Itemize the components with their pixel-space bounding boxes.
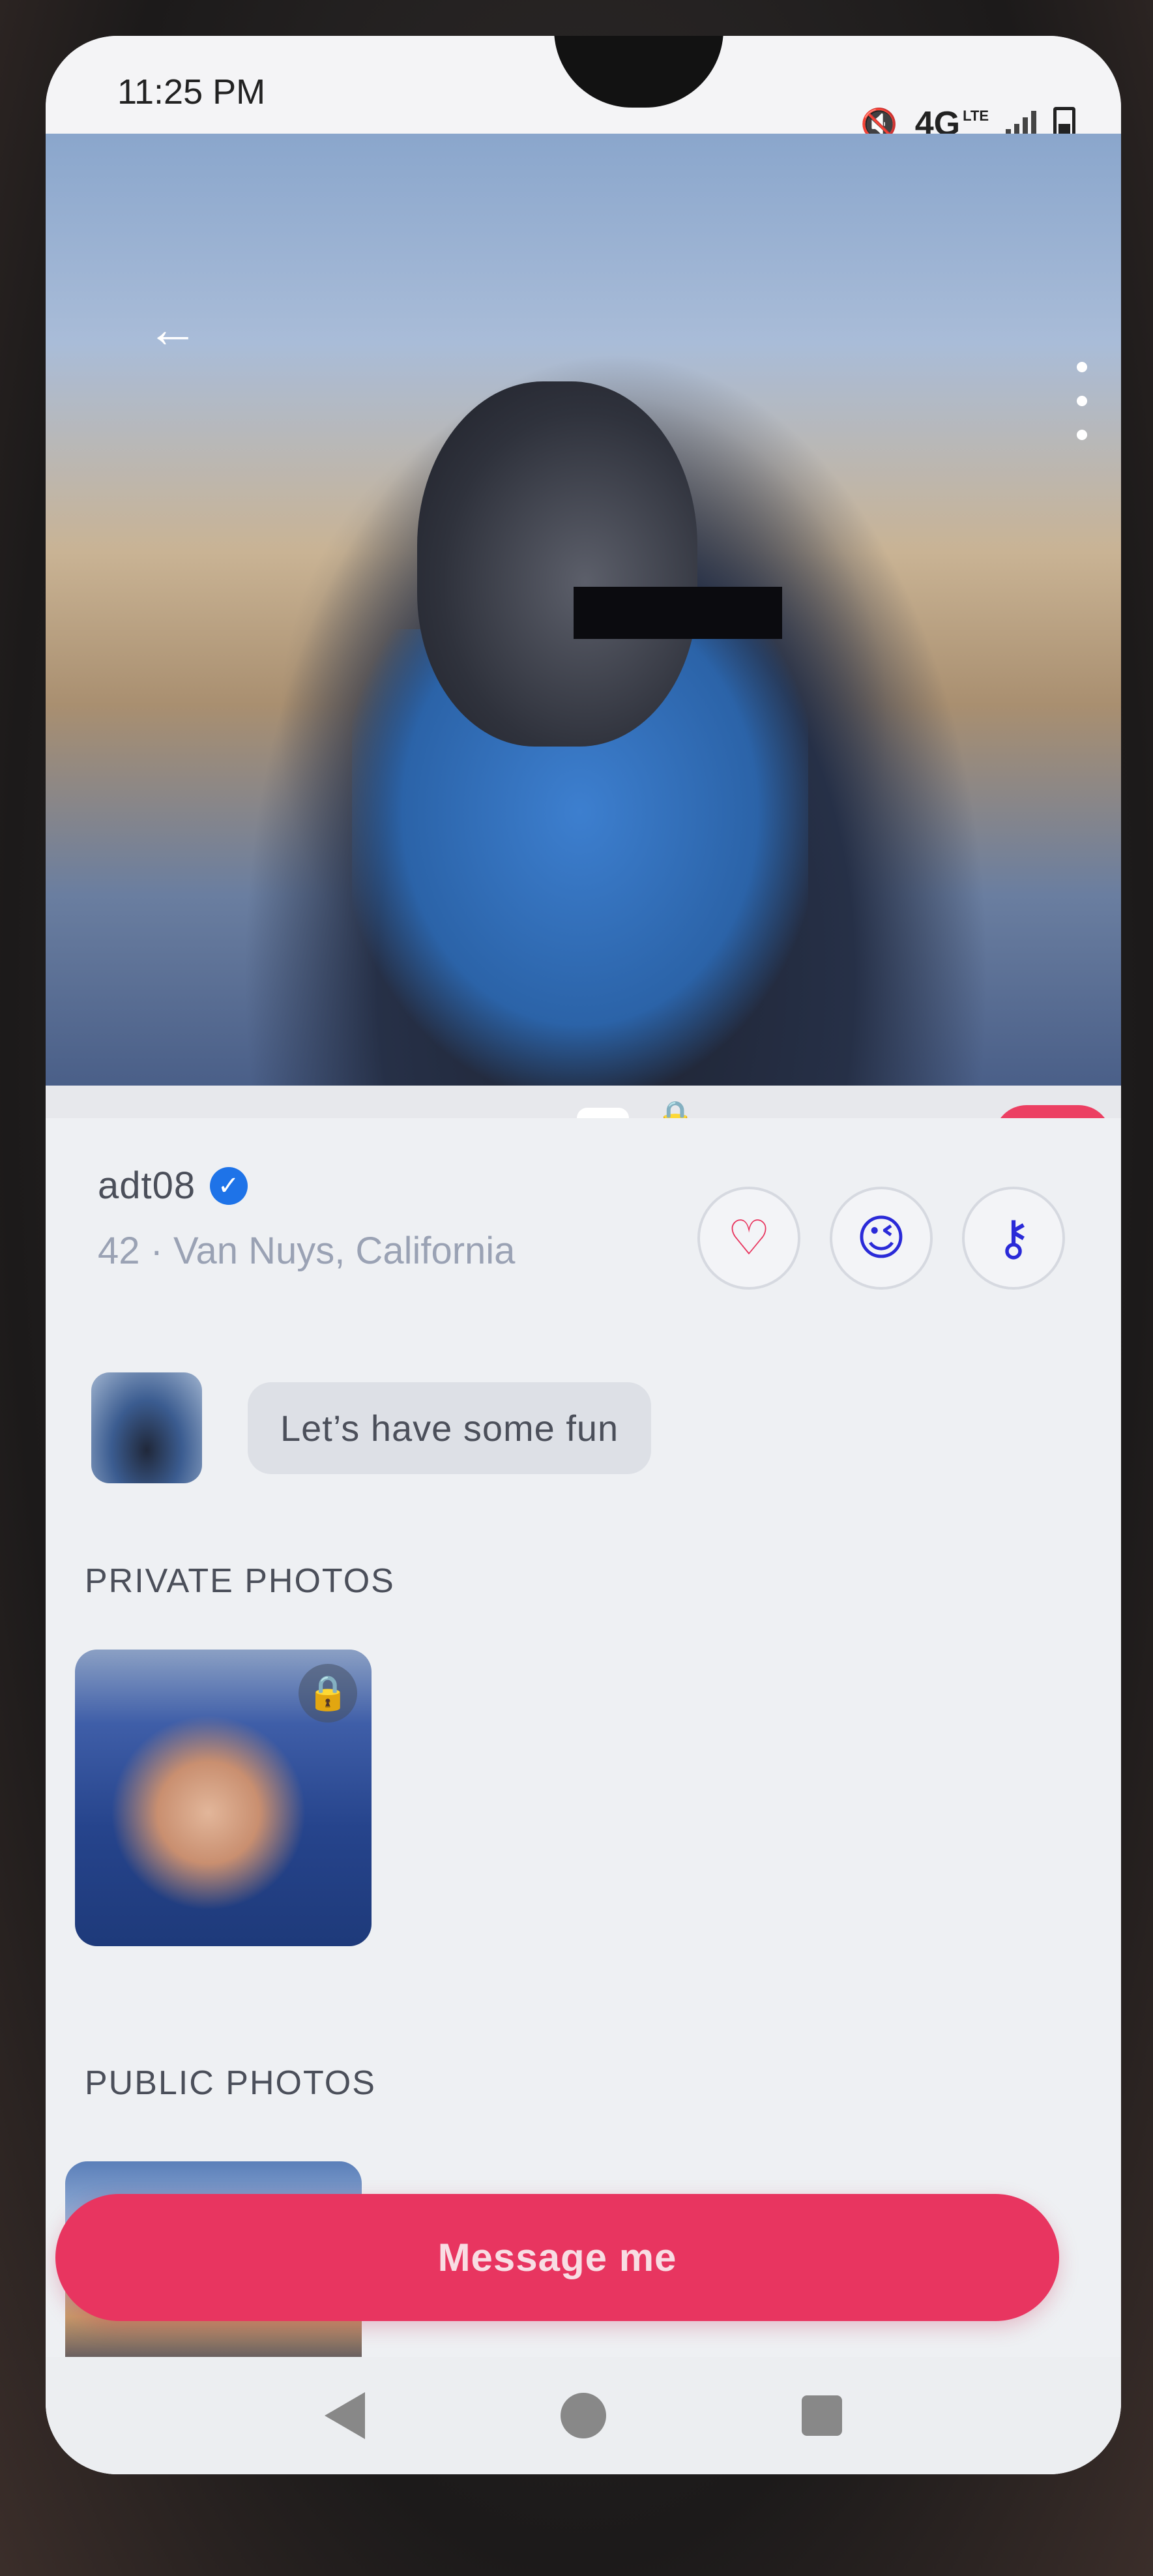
profile-panel: adt08 ✓ 42 · Van Nuys, California ♡ 😉 ⚷ … [46, 1118, 1121, 2474]
username-row: adt08 ✓ [98, 1164, 248, 1207]
photo-head [417, 381, 697, 747]
private-lock-icon: 🔒 [299, 1664, 357, 1723]
public-photos-heading: PUBLIC PHOTOS [85, 2064, 376, 2102]
status-message-row: Let’s have some fun [91, 1372, 652, 1483]
private-photo-thumbnail[interactable]: 🔒 [75, 1650, 372, 1946]
android-nav-bar [46, 2357, 1121, 2474]
nav-recents-icon[interactable] [802, 2395, 842, 2436]
private-photos-heading: PRIVATE PHOTOS [85, 1562, 395, 1600]
more-options-icon[interactable] [1062, 362, 1102, 440]
username: adt08 [98, 1164, 196, 1207]
screen: 11:25 PM 🔇 4G LTE ← 🔒 AM [46, 36, 1121, 2474]
back-arrow-icon[interactable]: ← [143, 300, 202, 359]
status-time: 11:25 PM [117, 72, 266, 111]
message-me-button[interactable]: Message me [55, 2194, 1059, 2321]
wink-button[interactable]: 😉 [830, 1187, 933, 1290]
verified-badge-icon: ✓ [210, 1166, 248, 1205]
signal-icon [1006, 111, 1036, 137]
key-unlock-button[interactable]: ⚷ [962, 1187, 1065, 1290]
nav-back-icon[interactable] [325, 2392, 365, 2439]
profile-main-photo[interactable]: ← 🔒 AM [46, 134, 1121, 1170]
status-message-bubble: Let’s have some fun [248, 1382, 652, 1474]
avatar[interactable] [91, 1372, 202, 1483]
face-redaction-bar [574, 587, 782, 639]
profile-actions: ♡ 😉 ⚷ [697, 1187, 1065, 1290]
network-sub-label: LTE [963, 108, 989, 124]
like-heart-button[interactable]: ♡ [697, 1187, 800, 1290]
phone-frame: 11:25 PM 🔇 4G LTE ← 🔒 AM [0, 0, 1153, 2576]
age-location: 42 · Van Nuys, California [98, 1230, 516, 1272]
nav-home-icon[interactable] [561, 2393, 606, 2438]
